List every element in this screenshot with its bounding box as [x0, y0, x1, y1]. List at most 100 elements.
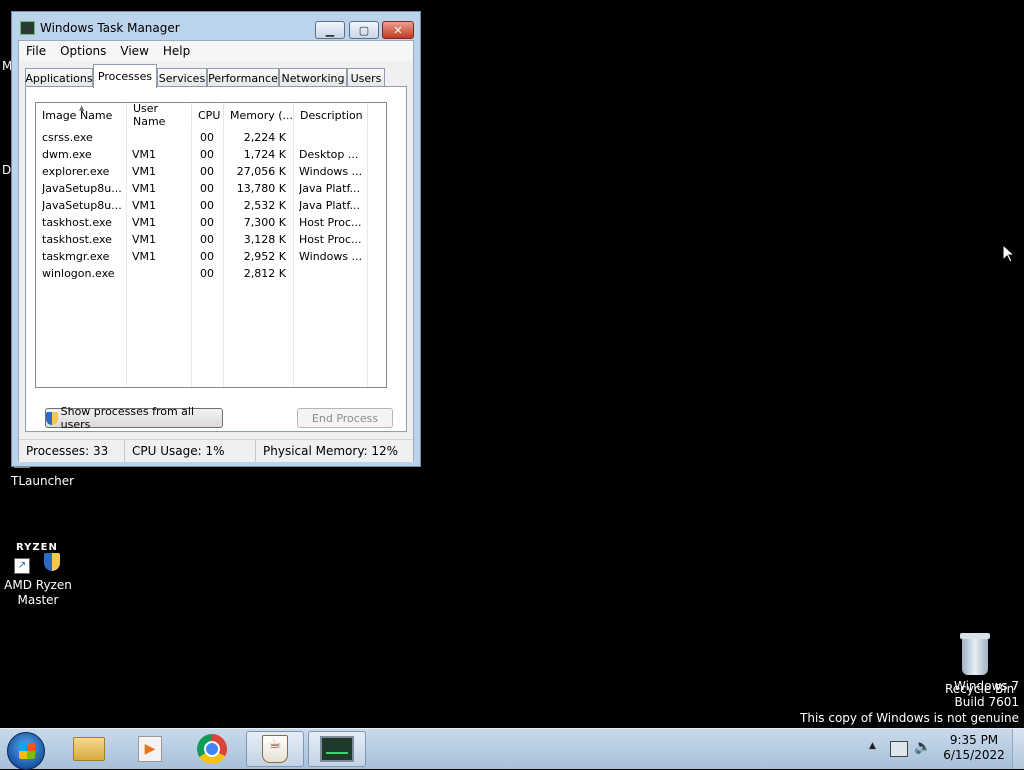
taskbar-java-button[interactable]: ☕ [246, 731, 304, 767]
uac-shield-icon [46, 411, 58, 425]
process-desc-cell: Java Platf... [299, 182, 361, 195]
watermark-line3: This copy of Windows is not genuine [800, 711, 1019, 725]
process-image-cell: winlogon.exe [42, 267, 115, 280]
process-row[interactable]: JavaSetup8u... VM1 00 2,532 K Java Platf... [36, 197, 386, 214]
ryzen-master-icon[interactable]: RYZEN ↗ [14, 540, 64, 576]
process-memory-cell: 2,532 K [243, 199, 286, 212]
process-row[interactable]: taskhost.exe VM1 00 3,128 K Host Proc... [36, 231, 386, 248]
process-row[interactable]: explorer.exe VM1 00 27,056 K Windows ... [36, 163, 386, 180]
status-bar: Processes: 33 CPU Usage: 1% Physical Mem… [19, 439, 413, 462]
process-image-cell: dwm.exe [42, 148, 92, 161]
tab-applications[interactable]: Applications [25, 68, 93, 87]
clock-date: 6/15/2022 [943, 748, 1005, 762]
process-row[interactable]: winlogon.exe 00 2,812 K [36, 265, 386, 282]
media-player-icon: ▶ [138, 736, 162, 762]
menu-bar: File Options View Help [19, 41, 413, 61]
process-row[interactable]: dwm.exe VM1 00 1,724 K Desktop ... [36, 146, 386, 163]
process-memory-cell: 13,780 K [236, 182, 286, 195]
column-description[interactable]: Description [294, 103, 368, 127]
watermark-line2: Build 7601 [954, 695, 1019, 709]
process-cpu-cell: 00 [200, 131, 214, 144]
column-memory[interactable]: Memory (... [224, 103, 294, 127]
process-cpu-cell: 00 [200, 165, 214, 178]
process-desc-cell: Host Proc... [299, 233, 362, 246]
process-desc-cell: Windows ... [299, 250, 363, 263]
column-image-name-label: Image Name [42, 108, 113, 122]
process-memory-cell: 2,952 K [243, 250, 286, 263]
tab-networking[interactable]: Networking [279, 68, 347, 87]
show-hidden-icons-button[interactable]: ▲ [869, 741, 876, 751]
minimize-button[interactable]: ▁ [315, 21, 345, 39]
genuine-watermark: Windows 7 Build 7601 This copy of Window… [800, 678, 1019, 726]
tab-users[interactable]: Users [347, 68, 385, 87]
process-user-cell: VM1 [132, 250, 157, 263]
process-desc-cell: Windows ... [299, 165, 363, 178]
process-user-cell: VM1 [132, 216, 157, 229]
process-row[interactable]: taskmgr.exe VM1 00 2,952 K Windows ... [36, 248, 386, 265]
taskbar-task-manager-button[interactable] [308, 731, 366, 767]
taskbar-media-player-button[interactable]: ▶ [121, 731, 179, 767]
process-list[interactable]: ▲ Image Name User Name CPU Memory (... D… [35, 102, 387, 388]
title-bar[interactable]: Windows Task Manager ▁ ▢ ✕ [12, 12, 420, 40]
process-cpu-cell: 00 [200, 250, 214, 263]
process-image-cell: JavaSetup8u... [42, 182, 122, 195]
process-user-cell: VM1 [132, 165, 157, 178]
end-process-button[interactable]: End Process [297, 408, 393, 428]
process-memory-cell: 3,128 K [243, 233, 286, 246]
process-image-cell: JavaSetup8u... [42, 199, 122, 212]
process-memory-cell: 7,300 K [243, 216, 286, 229]
maximize-button[interactable]: ▢ [349, 21, 379, 39]
recycle-bin-icon[interactable] [958, 633, 992, 677]
window-client: File Options View Help Applications Proc… [18, 40, 414, 462]
network-icon[interactable] [890, 741, 908, 757]
status-cpu-usage: CPU Usage: 1% [125, 440, 256, 462]
windows-logo-icon [19, 743, 35, 759]
process-row[interactable]: taskhost.exe VM1 00 7,300 K Host Proc... [36, 214, 386, 231]
java-icon: ☕ [262, 735, 288, 763]
process-memory-cell: 2,812 K [243, 267, 286, 280]
tab-processes[interactable]: Processes [93, 64, 157, 88]
process-row[interactable]: JavaSetup8u... VM1 00 13,780 K Java Platf... [36, 180, 386, 197]
taskbar-explorer-button[interactable] [60, 731, 118, 767]
tab-services[interactable]: Services [157, 68, 207, 87]
ryzen-label-line2: Master [17, 593, 59, 607]
tlauncher-label[interactable]: TLauncher [11, 474, 74, 489]
ryzen-master-label[interactable]: AMD Ryzen Master [3, 578, 73, 608]
menu-options[interactable]: Options [53, 44, 113, 58]
show-desktop-button[interactable] [1012, 729, 1024, 769]
process-row[interactable]: csrss.exe 00 2,224 K [36, 129, 386, 146]
task-manager-window[interactable]: Windows Task Manager ▁ ▢ ✕ File Options … [11, 11, 421, 467]
mouse-cursor-icon [1002, 244, 1014, 263]
menu-view[interactable]: View [113, 44, 155, 58]
process-image-cell: csrss.exe [42, 131, 93, 144]
taskbar-chrome-button[interactable] [183, 731, 241, 767]
show-all-processes-button[interactable]: Show processes from all users [45, 405, 223, 431]
process-memory-cell: 1,724 K [243, 148, 286, 161]
process-user-cell: VM1 [132, 233, 157, 246]
show-all-processes-label: Show processes from all users [60, 405, 195, 431]
watermark-line1: Windows 7 [953, 679, 1019, 693]
status-physical-memory: Physical Memory: 12% [263, 444, 399, 458]
process-image-cell: taskmgr.exe [42, 250, 110, 263]
taskbar: ▶ ☕ ▲ 🔈 9:35 PM 6/15/2022 [0, 728, 1024, 770]
tlauncher-icon[interactable] [14, 467, 30, 468]
desktop-partial-label-d: D [2, 163, 12, 177]
process-cpu-cell: 00 [200, 182, 214, 195]
menu-file[interactable]: File [19, 44, 53, 58]
process-desc-cell: Java Platf... [299, 199, 361, 212]
menu-help[interactable]: Help [156, 44, 197, 58]
column-user-name[interactable]: User Name [127, 102, 192, 128]
process-cpu-cell: 00 [200, 148, 214, 161]
process-memory-cell: 27,056 K [236, 165, 286, 178]
column-cpu[interactable]: CPU [192, 103, 224, 127]
volume-icon[interactable]: 🔈 [914, 739, 931, 755]
process-cpu-cell: 00 [200, 199, 214, 212]
close-button[interactable]: ✕ [382, 21, 414, 39]
tab-performance[interactable]: Performance [207, 68, 279, 87]
column-image-name[interactable]: ▲ Image Name [36, 103, 127, 127]
tray-clock[interactable]: 9:35 PM 6/15/2022 [942, 733, 1006, 763]
process-image-cell: taskhost.exe [42, 233, 112, 246]
process-desc-cell: Host Proc... [299, 216, 362, 229]
start-button[interactable] [7, 732, 45, 770]
process-user-cell: VM1 [132, 199, 157, 212]
